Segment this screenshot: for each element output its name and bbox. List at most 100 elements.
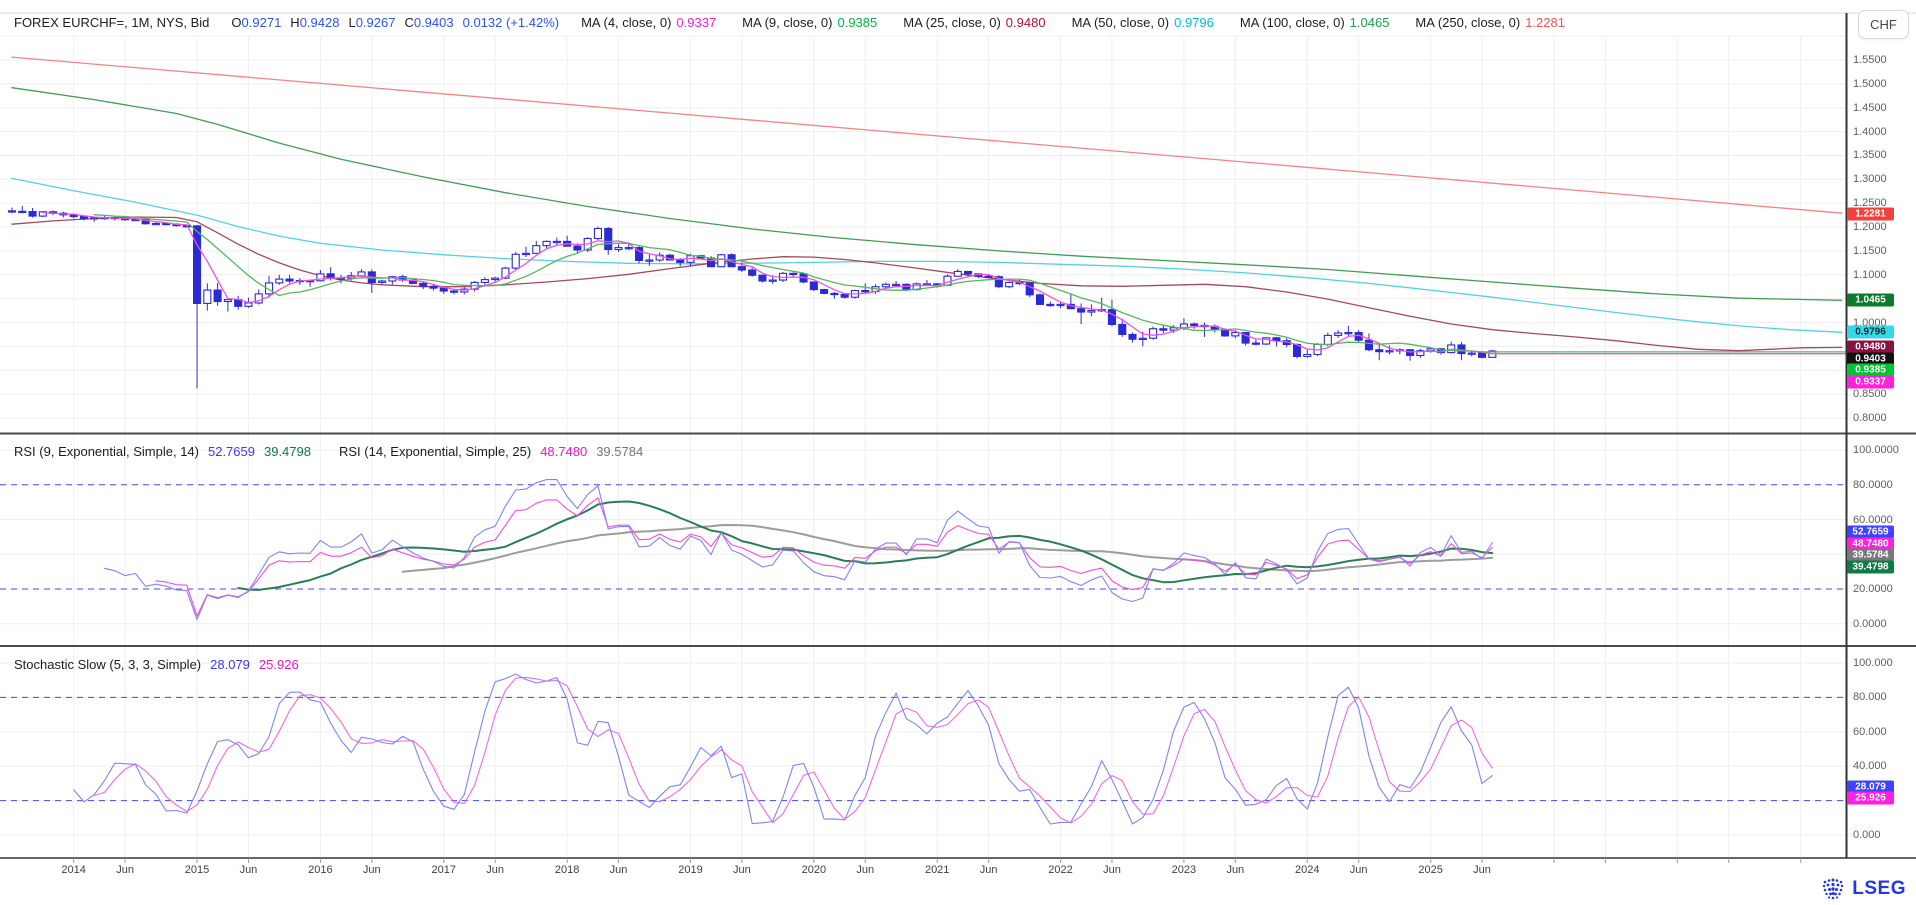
price-value-badge: 1.0465 (1847, 294, 1894, 307)
candle-body (9, 211, 16, 212)
month-label: Jun (1103, 864, 1121, 876)
rsi-tick-label: 0.0000 (1853, 618, 1887, 630)
candle-body (708, 258, 715, 267)
candle-body (204, 290, 211, 303)
candle-body (1037, 295, 1044, 305)
year-label: 2024 (1295, 864, 1319, 876)
rsi-tick-label: 60.0000 (1853, 514, 1893, 526)
candle-body (1273, 338, 1280, 341)
ma-value: 0.9796 (1174, 15, 1214, 30)
candle-body (1191, 324, 1198, 325)
candle-body (615, 248, 622, 250)
instrument-title[interactable]: FOREX EURCHF=, 1M, NYS, Bid (14, 15, 209, 30)
ma-legend-item[interactable]: MA (4, close, 0)0.9337 (581, 15, 716, 30)
candle-body (1078, 309, 1085, 312)
ma-legend-items: MA (4, close, 0)0.9337 MA (9, close, 0)0.… (581, 15, 1565, 30)
candle-body (790, 273, 797, 274)
ma-label: MA (50, close, 0) (1072, 15, 1170, 30)
ma100-line (12, 88, 1842, 301)
year-label: 2016 (308, 864, 332, 876)
candle-body (646, 260, 653, 261)
rsi-value: 39.4798 (264, 444, 311, 459)
candle-body (965, 271, 972, 273)
month-label: Jun (1226, 864, 1244, 876)
rsi-value-badge: 39.4798 (1847, 560, 1894, 573)
stoch-tick-label: 80.000 (1853, 691, 1887, 703)
ma250-line (12, 57, 1842, 213)
candle-body (749, 270, 756, 275)
stoch-legend-item[interactable]: Stochastic Slow (5, 3, 3, Simple) 28.079 2… (14, 657, 299, 672)
candle-body (1119, 324, 1126, 334)
candle-body (276, 279, 283, 283)
ma-legend-item[interactable]: MA (50, close, 0) 0.9796 (1072, 15, 1214, 30)
ohlc-item: L0.9267 (348, 15, 395, 30)
candle-body (594, 228, 601, 238)
price-tick-label: 1.1000 (1853, 269, 1887, 281)
candle-body (841, 294, 848, 297)
candle-body (1160, 329, 1167, 330)
year-label: 2019 (678, 864, 702, 876)
ma-legend-item[interactable]: MA (250, close, 0)1.2281 (1415, 15, 1565, 30)
stoch-tick-label: 60.000 (1853, 726, 1887, 738)
price-tick-label: 1.3000 (1853, 173, 1887, 185)
ohlc-letter: L (348, 15, 355, 30)
price-panel-legend: FOREX EURCHF=, 1M, NYS, Bid O0.9271H0.94… (14, 15, 1565, 30)
candle-body (862, 291, 869, 292)
year-label: 2017 (432, 864, 456, 876)
candle-body (893, 284, 900, 285)
month-label: Jun (856, 864, 874, 876)
ohlc-item: C0.9403 (404, 15, 453, 30)
candle-body (677, 260, 684, 262)
ma-value: 0.9337 (676, 15, 716, 30)
rsi-legend: RSI (9, Exponential, Simple, 14) 52.7659 3… (14, 444, 643, 459)
price-tick-label: 1.4000 (1853, 126, 1887, 138)
candle-body (1365, 340, 1372, 350)
month-label: Jun (240, 864, 258, 876)
ma-label: MA (100, close, 0) (1240, 15, 1345, 30)
candle-body (481, 280, 488, 283)
ma-legend-item[interactable]: MA (100, close, 0)1.0465 (1240, 15, 1390, 30)
price-tick-label: 0.8500 (1853, 388, 1887, 400)
candle-body (1386, 351, 1393, 352)
ma9-line (94, 215, 1845, 352)
rsi-value: 52.7659 (208, 444, 255, 459)
candle-body (821, 290, 828, 294)
candle-body (1376, 350, 1383, 352)
month-label: Jun (1473, 864, 1491, 876)
ma-legend-item[interactable]: MA (25, close, 0)0.9480 (903, 15, 1045, 30)
candle-body (543, 241, 550, 245)
currency-button[interactable]: CHF (1858, 10, 1909, 39)
candle-body (1468, 353, 1475, 354)
ma-legend-item[interactable]: MA (9, close, 0)0.9385 (742, 15, 877, 30)
candle-body (759, 275, 766, 281)
price-tick-label: 1.1500 (1853, 245, 1887, 257)
ohlc-value: 0.9428 (300, 15, 340, 30)
rsi-legend-item[interactable]: RSI (14, Exponential, Simple, 25)48.7480… (339, 444, 643, 459)
year-label: 2023 (1172, 864, 1196, 876)
stoch-label: Stochastic Slow (5, 3, 3, Simple) (14, 657, 201, 672)
candle-body (1324, 335, 1331, 344)
price-tick-label: 1.2000 (1853, 221, 1887, 233)
price-tick-label: 1.4500 (1853, 102, 1887, 114)
ma-label: MA (250, close, 0) (1415, 15, 1520, 30)
candle-body (1222, 330, 1229, 336)
month-label: Jun (980, 864, 998, 876)
change-value: 0.0132 (+1.42%) (463, 15, 559, 30)
rsi-label: RSI (9, Exponential, Simple, 14) (14, 444, 199, 459)
price-tick-label: 1.5500 (1853, 54, 1887, 66)
year-label: 2015 (185, 864, 209, 876)
stoch-value: 28.079 (210, 657, 250, 672)
rsi-label: RSI (14, Exponential, Simple, 25) (339, 444, 531, 459)
candle-body (882, 284, 889, 286)
rsi-legend-item[interactable]: RSI (9, Exponential, Simple, 14) 52.7659 3… (14, 444, 311, 459)
candle-body (605, 228, 612, 249)
candle-body (1479, 353, 1486, 357)
rsi-tick-label: 100.0000 (1853, 444, 1899, 456)
stoch-value: 25.926 (259, 657, 299, 672)
price-value-badge: 0.9796 (1847, 326, 1894, 339)
price-tick-label: 1.5000 (1853, 78, 1887, 90)
candle-body (533, 246, 540, 254)
lseg-emblem (1820, 877, 1846, 901)
candle-body (1139, 338, 1146, 339)
month-label: Jun (363, 864, 381, 876)
